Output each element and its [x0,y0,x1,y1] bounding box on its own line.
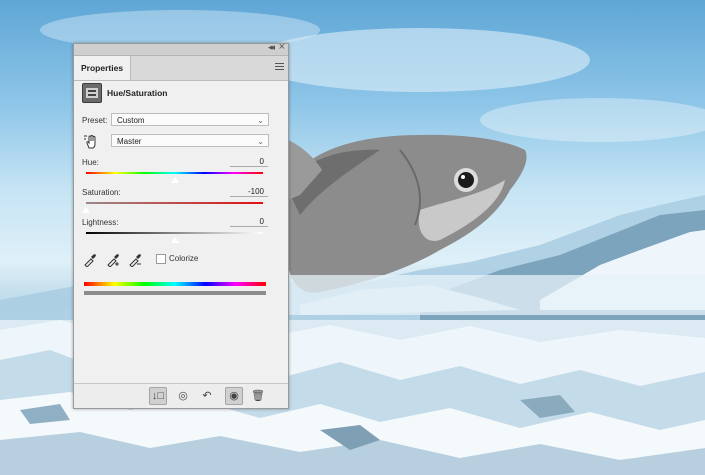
double-chevron-icon[interactable]: ◂◂ [268,42,275,53]
panel-tab-row: Properties [74,56,288,81]
saturation-slider-thumb[interactable] [81,206,91,214]
lightness-value-field[interactable]: 0 [230,217,268,227]
channel-select[interactable]: Master ⌄ [111,134,269,147]
eyedropper-plus-icon[interactable] [106,253,120,267]
lightness-slider-track[interactable] [86,232,263,234]
output-spectrum-bar [84,291,266,295]
document-canvas: ◂◂ × Properties Hue/Saturation Preset: C… [0,0,705,475]
lightness-slider-thumb[interactable] [169,236,180,244]
eyedropper-icon[interactable] [83,253,97,267]
panel-menu-icon[interactable] [275,63,284,72]
channel-value: Master [117,137,142,146]
saturation-slider-track[interactable] [86,202,263,204]
hue-saturation-layer-icon [82,83,102,103]
hue-label: Hue: [82,158,99,167]
colorize-checkbox[interactable] [156,254,166,264]
on-image-adjust-hand-icon[interactable] [83,134,99,150]
trash-icon[interactable]: 🗑 [250,388,266,404]
clip-to-layer-icon[interactable]: ↓□ [149,387,167,405]
saturation-label: Saturation: [82,188,121,197]
hue-value-field[interactable]: 0 [230,157,268,167]
chevron-down-icon: ⌄ [257,137,264,146]
hue-slider-thumb[interactable] [169,176,180,184]
hue-slider-track[interactable] [86,172,263,174]
preset-label: Preset: [82,116,108,125]
properties-panel: ◂◂ × Properties Hue/Saturation Preset: C… [73,41,289,409]
visibility-eye-icon[interactable]: ◉ [225,387,243,405]
panel-footer: ↓□ ◎ ↶ ◉ 🗑 [74,383,288,408]
view-previous-state-icon[interactable]: ◎ [175,388,191,404]
reset-icon[interactable]: ↶ [199,388,215,404]
panel-titlebar[interactable]: ◂◂ × [74,41,288,56]
lightness-label: Lightness: [82,218,119,227]
preset-select[interactable]: Custom ⌄ [111,113,269,126]
preset-value: Custom [117,116,145,125]
colorize-label: Colorize [169,254,199,263]
saturation-value-field[interactable]: -100 [230,187,268,197]
input-spectrum-bar [84,282,266,286]
eyedropper-minus-icon[interactable] [128,253,142,267]
chevron-down-icon: ⌄ [257,116,264,125]
tab-properties[interactable]: Properties [74,56,132,80]
close-icon[interactable]: × [279,41,285,53]
adjustment-title: Hue/Saturation [107,88,168,98]
